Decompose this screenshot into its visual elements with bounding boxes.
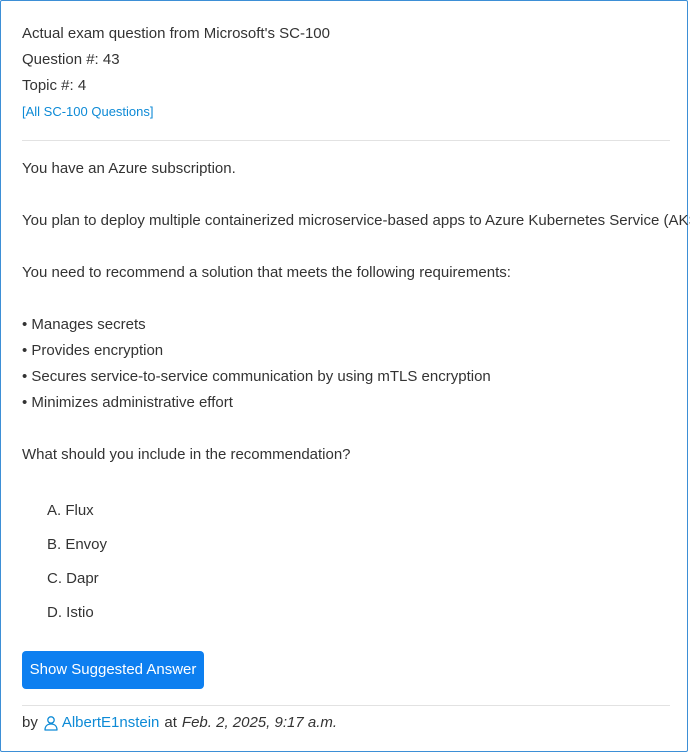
question-header: Actual exam question from Microsoft's SC… (22, 21, 670, 125)
question-line-3: You need to recommend a solution that me… (22, 264, 511, 281)
requirement-item: • Secures service-to-service communicati… (22, 368, 491, 385)
option-d[interactable]: D. Istio (47, 600, 647, 634)
requirement-item: • Manages secrets (22, 316, 146, 333)
exam-title: Actual exam question from Microsoft's SC… (22, 25, 330, 42)
requirement-item: • Minimizes administrative effort (22, 394, 233, 411)
question-card: Actual exam question from Microsoft's SC… (0, 0, 690, 752)
footer-divider (22, 705, 670, 706)
answer-options: A. Flux B. Envoy C. Dapr D. Istio (47, 498, 647, 634)
user-link[interactable]: AlbertE1nstein (43, 710, 160, 736)
footer-at-label: at (164, 714, 177, 731)
requirement-item: • Provides encryption (22, 342, 164, 359)
question-line-2: You plan to deploy multiple containerize… (22, 212, 690, 229)
header-divider (22, 140, 670, 141)
user-outline-icon (44, 716, 58, 731)
question-number: Question #: 43 (22, 51, 120, 68)
option-a[interactable]: A. Flux (47, 498, 647, 532)
footer-by-label: by (22, 714, 38, 731)
username: AlbertE1nstein (61, 714, 160, 731)
post-date: Feb. 2, 2025, 9:17 a.m. (181, 714, 338, 731)
topic-number: Topic #: 4 (22, 77, 87, 94)
show-suggested-answer-button[interactable]: Show Suggested Answer (22, 651, 204, 689)
option-b[interactable]: B. Envoy (47, 532, 647, 566)
question-prompt: What should you include in the recommend… (22, 446, 351, 463)
all-questions-link[interactable]: [All SC-100 Questions] (22, 99, 670, 125)
option-c[interactable]: C. Dapr (47, 566, 647, 600)
question-line-1: You have an Azure subscription. (22, 160, 236, 177)
question-footer: by AlbertE1nstein at Feb. 2, 2025, 9:17 … (22, 710, 337, 736)
